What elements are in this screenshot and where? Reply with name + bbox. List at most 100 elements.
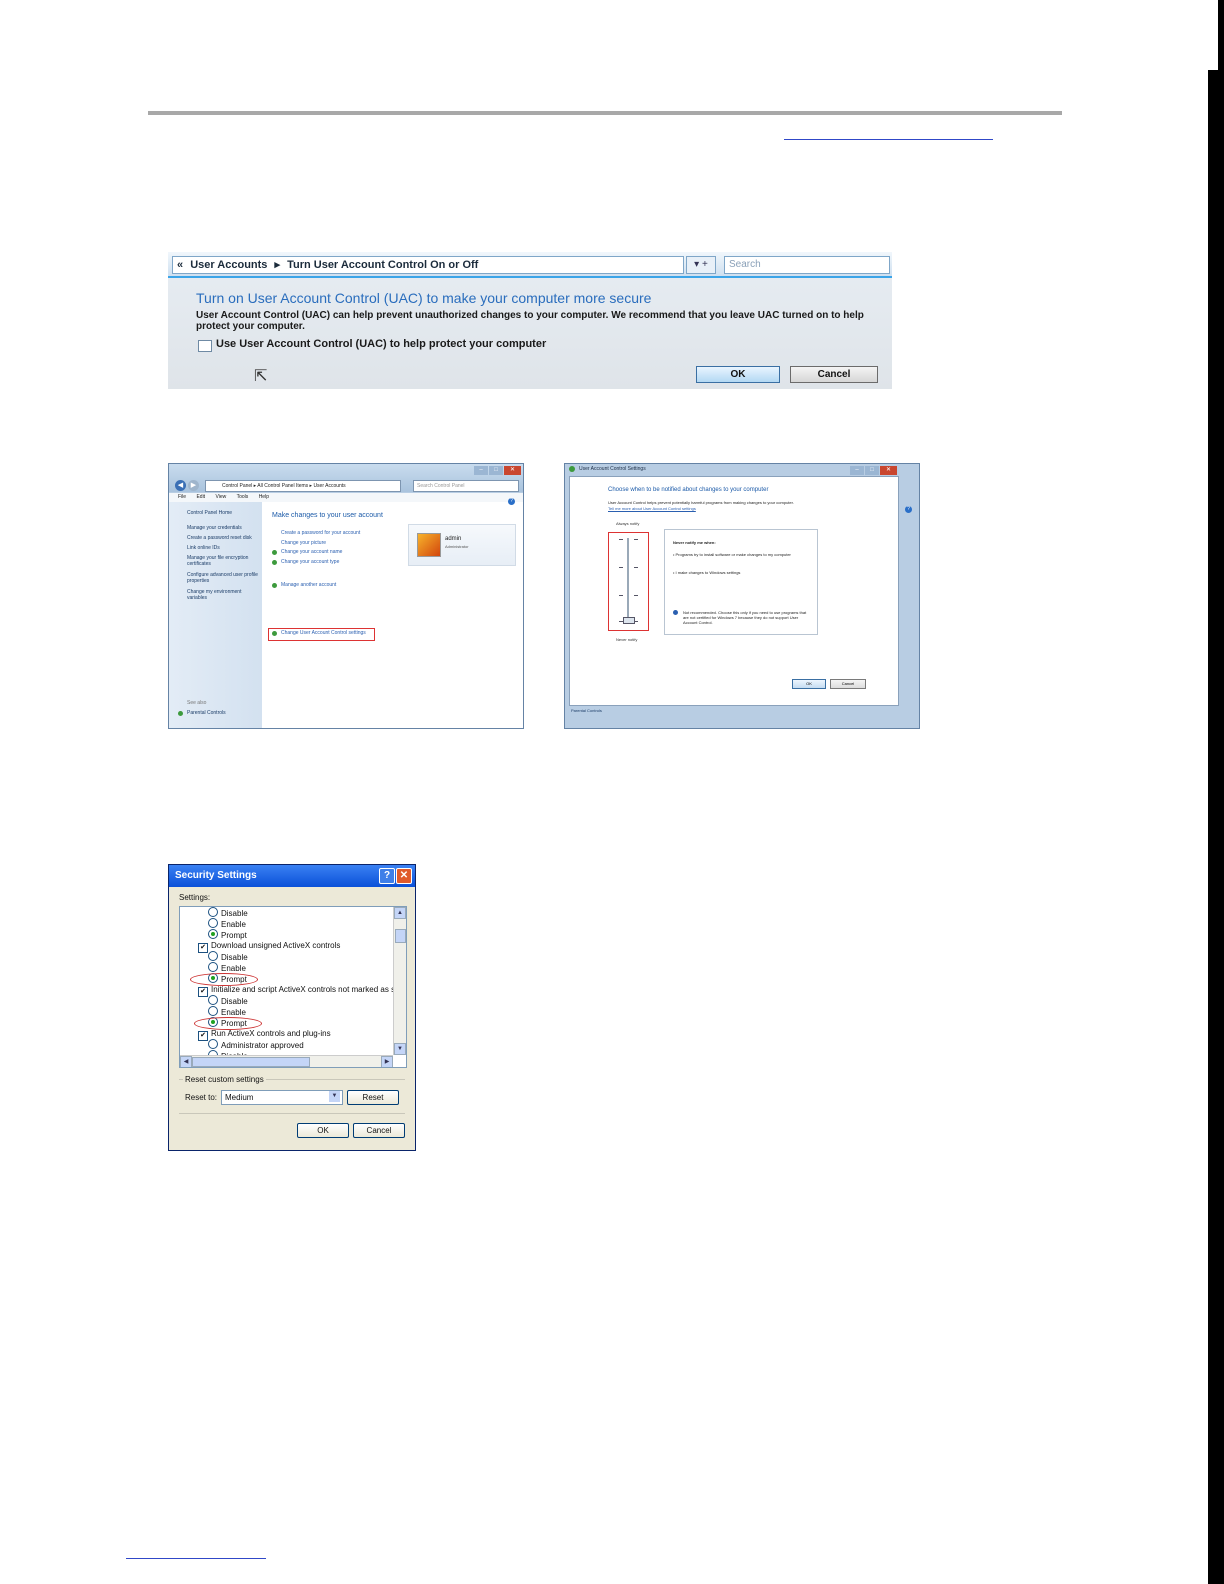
minimize-icon[interactable]: – xyxy=(850,466,864,475)
search-placeholder: Search Control Panel xyxy=(417,483,465,489)
shield-icon xyxy=(272,583,277,588)
sidebar-item-online-ids[interactable]: Link online IDs xyxy=(187,545,261,551)
radio-button[interactable] xyxy=(208,907,218,917)
chevron-down-icon[interactable]: ▼ xyxy=(329,1091,340,1102)
link-change-picture[interactable]: Change your picture xyxy=(281,540,326,546)
ok-button[interactable]: OK xyxy=(297,1123,349,1138)
menu-file[interactable]: File xyxy=(178,494,186,500)
control-panel-screenshot: – □ ✕ ◀ ▶ Control Panel ▸ All Control Pa… xyxy=(168,463,524,729)
link-change-uac[interactable]: Change User Account Control settings xyxy=(281,630,366,636)
window-title-bar: Security Settings ? ✕ xyxy=(169,865,415,887)
search-input[interactable]: Search Control Panel xyxy=(413,480,519,492)
scroll-thumb[interactable] xyxy=(395,929,406,943)
sidebar-item-encryption[interactable]: Manage your file encryption certificates xyxy=(187,555,261,567)
menu-help[interactable]: Help xyxy=(259,494,269,500)
menu-view[interactable]: View xyxy=(215,494,226,500)
radio-button[interactable] xyxy=(208,995,218,1005)
radio-button[interactable] xyxy=(208,918,218,928)
scroll-left-icon[interactable]: ◀ xyxy=(180,1056,192,1067)
sidebar-item-home[interactable]: Control Panel Home xyxy=(187,510,261,516)
dialog-body: Choose when to be notified about changes… xyxy=(569,476,899,706)
menu-tools[interactable]: Tools xyxy=(237,494,249,500)
user-role: Administrator xyxy=(445,544,469,549)
help-icon[interactable]: ? xyxy=(508,498,515,505)
radio-button[interactable] xyxy=(208,962,218,972)
list-item[interactable]: Enable xyxy=(208,1006,246,1017)
breadcrumb-user-accounts[interactable]: User Accounts xyxy=(190,259,267,271)
search-placeholder: Search xyxy=(729,259,761,270)
maximize-icon[interactable]: □ xyxy=(489,466,503,475)
scroll-thumb[interactable] xyxy=(192,1057,310,1067)
refresh-button[interactable]: ▾ + xyxy=(686,256,716,274)
scroll-down-icon[interactable]: ▼ xyxy=(394,1043,406,1055)
address-bar[interactable]: Control Panel ▸ All Control Panel Items … xyxy=(205,480,401,492)
link-change-name[interactable]: Change your account name xyxy=(281,549,342,555)
sidebar-item-parental-controls[interactable]: Parental Controls xyxy=(187,710,261,716)
cancel-button[interactable]: Cancel xyxy=(790,366,878,383)
minimize-icon[interactable]: – xyxy=(474,466,488,475)
forward-arrow-icon[interactable]: ▶ xyxy=(188,480,199,491)
window-title: Security Settings xyxy=(175,870,257,881)
link-manage-another[interactable]: Manage another account xyxy=(281,582,336,588)
list-item[interactable]: Administrator approved xyxy=(208,1039,304,1050)
info-icon xyxy=(673,610,678,615)
bullet-item: • Programs try to install software or ma… xyxy=(673,552,791,557)
breadcrumb[interactable]: « User Accounts ▸ Turn User Account Cont… xyxy=(172,256,684,274)
list-item[interactable]: Disable xyxy=(208,907,248,918)
help-icon[interactable]: ? xyxy=(379,868,395,884)
reset-to-label: Reset to: xyxy=(185,1093,218,1102)
back-chevron-icon[interactable]: « xyxy=(177,259,183,271)
sidebar-item-profile[interactable]: Configure advanced user profile properti… xyxy=(187,572,261,584)
list-item[interactable]: Prompt xyxy=(208,929,247,940)
sidebar-item-credentials[interactable]: Manage your credentials xyxy=(187,525,261,531)
list-item[interactable]: Disable xyxy=(208,995,248,1006)
shield-icon xyxy=(272,631,277,636)
search-input[interactable]: Search xyxy=(724,256,890,274)
tell-me-more-link[interactable]: Tell me more about User Account Control … xyxy=(608,506,696,511)
list-item: ✔ Initialize and script ActiveX controls … xyxy=(198,984,406,997)
shield-icon xyxy=(569,466,575,472)
list-item[interactable]: Disable xyxy=(208,951,248,962)
never-notify-label: Never notify xyxy=(616,637,638,642)
radio-button[interactable] xyxy=(208,951,218,961)
close-icon[interactable]: ✕ xyxy=(880,466,897,475)
ok-button[interactable]: OK xyxy=(696,366,780,383)
window-title-bar: – □ ✕ ◀ ▶ Control Panel ▸ All Control Pa… xyxy=(169,464,523,492)
shield-icon xyxy=(272,560,277,565)
cancel-button[interactable]: Cancel xyxy=(353,1123,405,1138)
scroll-right-icon[interactable]: ▶ xyxy=(381,1056,393,1067)
uac-checkbox-label[interactable]: Use User Account Control (UAC) to help p… xyxy=(216,338,546,350)
cancel-button[interactable]: Cancel xyxy=(830,679,866,689)
maximize-icon[interactable]: □ xyxy=(865,466,879,475)
notification-slider[interactable] xyxy=(608,532,649,631)
link-create-password[interactable]: Create a password for your account xyxy=(281,530,360,536)
radio-button[interactable] xyxy=(208,1006,218,1016)
parental-controls-link[interactable]: Parental Controls xyxy=(571,708,602,713)
sidebar-item-environment[interactable]: Change my environment variables xyxy=(187,589,261,601)
description: User Account Control (UAC) can help prev… xyxy=(196,310,864,332)
footnote-link-underline[interactable] xyxy=(126,1558,266,1559)
horizontal-scrollbar[interactable]: ◀ ▶ xyxy=(180,1055,393,1067)
panel-heading: Never notify me when: xyxy=(673,540,716,545)
uac-checkbox[interactable] xyxy=(198,340,212,352)
back-arrow-icon[interactable]: ◀ xyxy=(175,480,186,491)
link-change-type[interactable]: Change your account type xyxy=(281,559,339,565)
reset-level-select[interactable]: Medium xyxy=(221,1090,343,1105)
settings-list[interactable]: Disable Enable Prompt ✔ Download unsigned… xyxy=(179,906,407,1068)
menu-edit[interactable]: Edit xyxy=(196,494,205,500)
list-item[interactable]: Enable xyxy=(208,962,246,973)
help-icon[interactable]: ? xyxy=(905,506,912,513)
radio-button[interactable] xyxy=(208,929,218,939)
ok-button[interactable]: OK xyxy=(792,679,826,689)
scroll-up-icon[interactable]: ▲ xyxy=(394,907,406,919)
slider-thumb[interactable] xyxy=(623,617,635,624)
menu-bar: File Edit View Tools Help xyxy=(169,493,523,502)
list-item[interactable]: Enable xyxy=(208,918,246,929)
close-icon[interactable]: ✕ xyxy=(396,868,412,884)
radio-button[interactable] xyxy=(208,1039,218,1049)
vertical-scrollbar[interactable]: ▲ ▼ xyxy=(393,907,406,1055)
reset-button[interactable]: Reset xyxy=(347,1090,399,1105)
sidebar-item-reset-disk[interactable]: Create a password reset disk xyxy=(187,535,261,541)
hyperlink-underline[interactable] xyxy=(784,139,993,140)
close-icon[interactable]: ✕ xyxy=(504,466,521,475)
